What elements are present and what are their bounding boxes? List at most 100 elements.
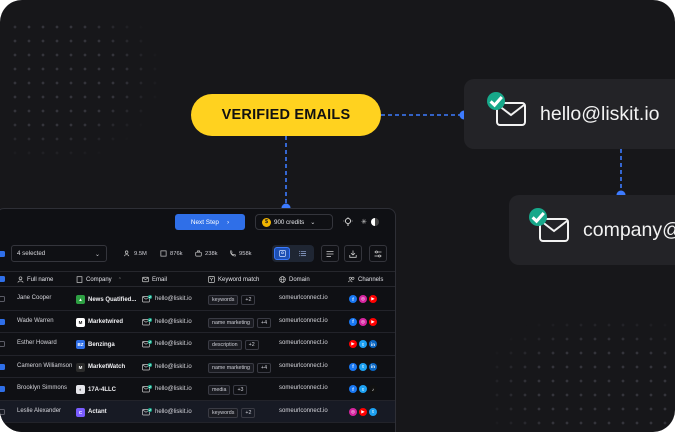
verified-check-icon — [529, 208, 547, 226]
card-view-button[interactable] — [274, 247, 290, 260]
twitter-icon[interactable]: t — [369, 407, 377, 416]
twitter-icon[interactable]: t — [359, 385, 367, 393]
table-row[interactable]: Wade Warren M Marketwired hello@liskit.i… — [0, 311, 395, 333]
stat-companies: 876k — [160, 250, 183, 257]
company-name: Benzinga — [88, 341, 115, 348]
email-card-primary: hello@liskit.io — [464, 79, 675, 149]
email-value: hello@liskit.io — [155, 408, 192, 415]
youtube-icon[interactable]: ▶ — [359, 407, 367, 416]
select-all-checkbox[interactable] — [0, 251, 5, 257]
column-keyword-match[interactable]: Keyword match — [208, 276, 259, 283]
email-value: hello@liskit.io — [155, 318, 192, 325]
table-row[interactable]: Esther Howard BZ Benzinga hello@liskit.i… — [0, 333, 395, 356]
column-domain[interactable]: Domain — [279, 276, 310, 283]
lead-company[interactable]: ◐ 17A-4LLC — [76, 385, 116, 394]
keyword-tag: name marketing — [208, 362, 254, 373]
lead-company[interactable]: M Marketwired — [76, 317, 123, 327]
facebook-icon[interactable]: f — [349, 385, 357, 393]
selection-label: 4 selected — [17, 250, 46, 257]
table-row[interactable]: Jane Cooper ▲ News Quatified... hello@li… — [0, 288, 395, 311]
verified-check-icon — [487, 92, 505, 110]
credits-dropdown[interactable]: $ 900 credits ⌄ — [255, 214, 333, 230]
lead-full-name: Esther Howard — [17, 340, 57, 346]
facebook-icon[interactable]: f — [349, 317, 357, 326]
lightbulb-icon[interactable] — [343, 217, 353, 227]
lead-full-name: Cameron Williamson — [17, 362, 73, 369]
dot-pattern-top-left — [8, 20, 158, 160]
column-company[interactable]: Company ⌃ — [76, 276, 122, 283]
lead-company[interactable]: M MarketWatch — [76, 362, 125, 372]
selection-dropdown[interactable]: 4 selected ⌄ — [11, 245, 107, 262]
tiktok-icon[interactable]: ♪ — [369, 385, 377, 393]
lead-full-name: Jane Cooper — [17, 295, 52, 301]
list-view-button[interactable] — [294, 247, 310, 260]
more-keywords-badge[interactable]: +2 — [241, 295, 256, 305]
more-keywords-badge[interactable]: +4 — [256, 362, 272, 373]
lead-email[interactable]: hello@liskit.io — [142, 362, 192, 371]
settings-button[interactable] — [369, 245, 387, 262]
people-icon — [348, 276, 355, 283]
column-label: Keyword match — [218, 276, 260, 283]
sliders-icon — [374, 250, 382, 257]
instagram-icon[interactable]: ◎ — [349, 407, 357, 416]
youtube-icon[interactable]: ▶ — [369, 317, 377, 326]
more-keywords-badge[interactable]: +2 — [241, 407, 256, 418]
theme-toggle[interactable]: ✳ — [361, 215, 389, 229]
lead-email[interactable]: hello@liskit.io — [142, 317, 192, 326]
facebook-icon[interactable]: f — [349, 295, 357, 303]
lead-keyword-match: description +2 — [208, 340, 259, 350]
row-checkbox[interactable] — [0, 296, 5, 302]
more-keywords-badge[interactable]: +4 — [256, 317, 272, 328]
column-email[interactable]: Email — [142, 276, 167, 283]
lead-domain[interactable]: someurlconnect.io — [279, 363, 328, 369]
lead-company[interactable]: BZ Benzinga — [76, 340, 115, 349]
facebook-icon[interactable]: f — [349, 362, 357, 371]
instagram-icon[interactable]: ◎ — [359, 317, 367, 326]
company-logo-icon: BZ — [76, 340, 85, 349]
row-checkbox[interactable] — [0, 318, 5, 325]
lead-domain[interactable]: someurlconnect.io — [279, 385, 328, 391]
company-logo-icon: ◐ — [76, 385, 85, 394]
header-checkbox[interactable] — [0, 276, 5, 282]
more-keywords-badge[interactable]: +3 — [233, 385, 248, 395]
twitter-icon[interactable]: t — [359, 340, 367, 348]
lead-email[interactable]: hello@liskit.io — [142, 385, 192, 393]
export-button[interactable] — [344, 245, 362, 262]
more-keywords-badge[interactable]: +2 — [244, 340, 259, 350]
leads-app-panel: Next Step › $ 900 credits ⌄ ✳ 4 selected… — [0, 208, 396, 432]
table-row[interactable]: Brooklyn Simmons ◐ 17A-4LLC hello@liskit… — [0, 378, 395, 401]
instagram-icon[interactable]: ◎ — [359, 295, 367, 303]
column-channels[interactable]: Channels — [348, 276, 383, 283]
lead-company[interactable]: C Actant — [76, 407, 107, 417]
youtube-icon[interactable]: ▶ — [369, 295, 377, 303]
stat-businesses: 238k — [195, 250, 218, 257]
twitter-icon[interactable]: t — [359, 362, 367, 371]
lead-email[interactable]: hello@liskit.io — [142, 295, 192, 303]
download-icon — [349, 250, 357, 258]
lead-domain[interactable]: someurlconnect.io — [279, 340, 328, 346]
lead-email[interactable]: hello@liskit.io — [142, 340, 192, 348]
lead-domain[interactable]: someurlconnect.io — [279, 318, 328, 324]
lead-domain[interactable]: someurlconnect.io — [279, 408, 328, 414]
row-checkbox[interactable] — [0, 408, 5, 415]
row-checkbox[interactable] — [0, 386, 5, 392]
table-row[interactable]: Leslie Alexander C Actant hello@liskit.i… — [0, 400, 395, 423]
chevron-down-icon: ⌄ — [310, 218, 316, 226]
column-full-name[interactable]: Full name — [17, 276, 53, 283]
lead-company[interactable]: ▲ News Quatified... — [76, 295, 136, 304]
email-card-secondary: company@ — [509, 195, 675, 265]
lead-domain[interactable]: someurlconnect.io — [279, 295, 328, 301]
row-checkbox[interactable] — [0, 363, 5, 370]
company-name: News Quatified... — [88, 296, 137, 303]
columns-button[interactable] — [321, 245, 339, 262]
table-row[interactable]: Cameron Williamson M MarketWatch hello@l… — [0, 356, 395, 378]
next-step-button[interactable]: Next Step › — [175, 214, 245, 230]
lead-channels: f t in — [349, 362, 377, 371]
column-label: Channels — [358, 276, 384, 283]
youtube-icon[interactable]: ▶ — [349, 340, 357, 348]
lead-email[interactable]: hello@liskit.io — [142, 407, 192, 416]
verified-mail-icon — [142, 362, 152, 371]
linkedin-icon[interactable]: in — [369, 362, 377, 371]
linkedin-icon[interactable]: in — [369, 340, 377, 348]
row-checkbox[interactable] — [0, 341, 5, 347]
